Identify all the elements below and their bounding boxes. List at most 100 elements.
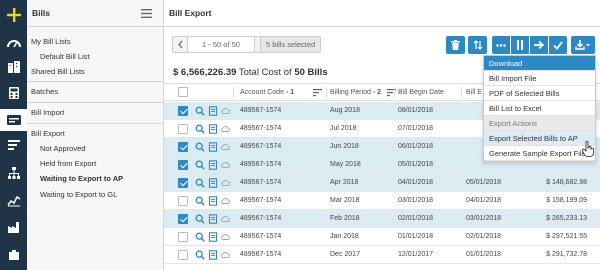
factory-icon[interactable] bbox=[0, 216, 27, 238]
table-row[interactable]: 489567-1574 Mar 2018 03/01/2018 04/01/2018 $… bbox=[164, 192, 600, 210]
download-icon bbox=[575, 40, 590, 50]
prev-page-button[interactable] bbox=[172, 36, 188, 53]
bottom-rail-icon[interactable] bbox=[0, 244, 27, 266]
row-checkbox[interactable] bbox=[178, 160, 188, 170]
sidebar-item-bill-export[interactable]: Bill Export bbox=[27, 126, 163, 141]
row-checkbox[interactable] bbox=[178, 214, 188, 224]
gauge-icon[interactable] bbox=[0, 32, 27, 54]
hold-button[interactable] bbox=[511, 36, 529, 54]
cloud-icon[interactable] bbox=[220, 106, 230, 116]
dropdown-header-export-actions: Export Actions bbox=[484, 116, 595, 131]
view-icon[interactable] bbox=[195, 106, 205, 116]
row-checkbox[interactable] bbox=[178, 232, 188, 242]
total-label: Total Cost of bbox=[238, 67, 292, 78]
column-billing-sort: - 2 bbox=[372, 89, 381, 96]
cell-billing-period: Aug 2018 bbox=[330, 107, 360, 114]
sidebar-item-bill-import[interactable]: Bill Import bbox=[27, 105, 163, 120]
plus-icon[interactable] bbox=[0, 4, 27, 26]
document-icon[interactable] bbox=[208, 250, 218, 260]
download-button[interactable] bbox=[571, 36, 595, 54]
menu-item-bill-import-file[interactable]: Bill Import File bbox=[484, 71, 595, 86]
menu-item-export-selected-to-ap[interactable]: Export Selected Bills to AP bbox=[484, 131, 595, 146]
sort-icon bbox=[473, 40, 482, 50]
column-divider bbox=[461, 87, 462, 98]
move-next-button[interactable] bbox=[530, 36, 548, 54]
table-row[interactable]: 489567-1574 Apr 2018 04/01/2018 05/01/2018 $… bbox=[164, 174, 600, 192]
table-row[interactable]: 489567-1574 Jan 2018 01/01/2018 02/01/2018 $… bbox=[164, 228, 600, 246]
sidebar-item-shared-bill-lists[interactable]: Shared Bill Lists bbox=[27, 64, 163, 79]
cloud-icon[interactable] bbox=[220, 196, 230, 206]
cell-begin-date: 02/01/2018 bbox=[398, 215, 434, 222]
view-icon[interactable] bbox=[195, 232, 205, 242]
delete-button[interactable] bbox=[446, 36, 465, 54]
view-icon[interactable] bbox=[195, 124, 205, 134]
view-icon[interactable] bbox=[195, 250, 205, 260]
document-icon[interactable] bbox=[208, 142, 218, 152]
cloud-icon[interactable] bbox=[220, 142, 230, 152]
sort-icon[interactable] bbox=[313, 89, 322, 97]
hamburger-menu-icon[interactable] bbox=[141, 9, 152, 18]
document-icon[interactable] bbox=[208, 232, 218, 242]
table-row[interactable]: 489567-1574 Dec 2017 12/01/2017 01/01/2018 $… bbox=[164, 246, 600, 264]
cell-account-code: 489567-1574 bbox=[240, 179, 282, 186]
select-all-checkbox[interactable] bbox=[178, 87, 188, 97]
cell-amount: $ 291,732.78 bbox=[546, 251, 587, 258]
menu-item-bill-list-excel[interactable]: Bill List to Excel bbox=[484, 101, 595, 116]
view-icon[interactable] bbox=[195, 214, 205, 224]
sidebar-header: Bills bbox=[27, 0, 163, 27]
column-header-end-date[interactable]: Bill E bbox=[466, 84, 482, 101]
buildings-icon[interactable] bbox=[0, 56, 27, 78]
view-icon[interactable] bbox=[195, 196, 205, 206]
cloud-icon[interactable] bbox=[220, 214, 230, 224]
row-checkbox[interactable] bbox=[178, 142, 188, 152]
selected-count-badge: 5 bills selected bbox=[260, 36, 322, 53]
bills-icon[interactable] bbox=[0, 109, 27, 131]
row-checkbox[interactable] bbox=[178, 178, 188, 188]
more-actions-button[interactable] bbox=[492, 36, 510, 54]
menu-item-pdf-selected-bills[interactable]: PDF of Selected Bills bbox=[484, 86, 595, 101]
org-chart-icon[interactable] bbox=[0, 162, 27, 184]
column-header-account[interactable]: Account Code - 1 bbox=[240, 84, 294, 101]
sidebar-item-default-bill-list[interactable]: Default Bill List bbox=[27, 49, 163, 64]
table-row[interactable]: 489567-1574 Feb 2018 02/01/2018 03/01/2018 $… bbox=[164, 210, 600, 228]
sidebar-item-waiting-export-gl[interactable]: Waiting to Export to GL bbox=[27, 187, 163, 202]
cloud-icon[interactable] bbox=[220, 232, 230, 242]
row-checkbox[interactable] bbox=[178, 124, 188, 134]
sidebar-item-held-from-export[interactable]: Held from Export bbox=[27, 156, 163, 171]
cell-billing-period: Dec 2017 bbox=[330, 251, 360, 258]
document-icon[interactable] bbox=[208, 106, 218, 116]
document-icon[interactable] bbox=[208, 178, 218, 188]
cloud-icon[interactable] bbox=[220, 178, 230, 188]
check-icon bbox=[553, 40, 563, 50]
chart-line-icon[interactable] bbox=[0, 190, 27, 212]
row-checkbox[interactable] bbox=[178, 106, 188, 116]
cloud-icon[interactable] bbox=[220, 250, 230, 260]
sidebar-item-not-approved[interactable]: Not Approved bbox=[27, 141, 163, 156]
row-checkbox[interactable] bbox=[178, 196, 188, 206]
document-icon[interactable] bbox=[208, 160, 218, 170]
column-header-billing-period[interactable]: Billing Period - 2 bbox=[330, 84, 381, 101]
calculator-icon[interactable] bbox=[0, 82, 27, 104]
cloud-icon[interactable] bbox=[220, 160, 230, 170]
document-icon[interactable] bbox=[208, 124, 218, 134]
cell-begin-date: 04/01/2018 bbox=[398, 179, 434, 186]
more-icon bbox=[496, 43, 506, 47]
sidebar-item-batches[interactable]: Batches bbox=[27, 84, 163, 99]
lines-icon[interactable] bbox=[0, 134, 27, 156]
page-range: 1 - 50 of 50 bbox=[187, 36, 255, 53]
view-icon[interactable] bbox=[195, 160, 205, 170]
document-icon[interactable] bbox=[208, 214, 218, 224]
menu-item-generate-sample-export[interactable]: Generate Sample Export File bbox=[484, 146, 595, 161]
column-header-begin-date[interactable]: Bill Begin Date bbox=[398, 84, 444, 101]
document-icon[interactable] bbox=[208, 196, 218, 206]
view-icon[interactable] bbox=[195, 178, 205, 188]
approve-button[interactable] bbox=[549, 36, 567, 54]
view-icon[interactable] bbox=[195, 142, 205, 152]
sidebar-title: Bills bbox=[32, 8, 50, 18]
cell-end-date: 04/01/2018 bbox=[466, 197, 502, 204]
sort-button[interactable] bbox=[468, 36, 487, 54]
row-checkbox[interactable] bbox=[178, 250, 188, 260]
sidebar-item-my-bill-lists[interactable]: My Bill Lists bbox=[27, 34, 163, 49]
cloud-icon[interactable] bbox=[220, 124, 230, 134]
sidebar-item-waiting-export-ap[interactable]: Waiting to Export to AP bbox=[27, 171, 163, 186]
